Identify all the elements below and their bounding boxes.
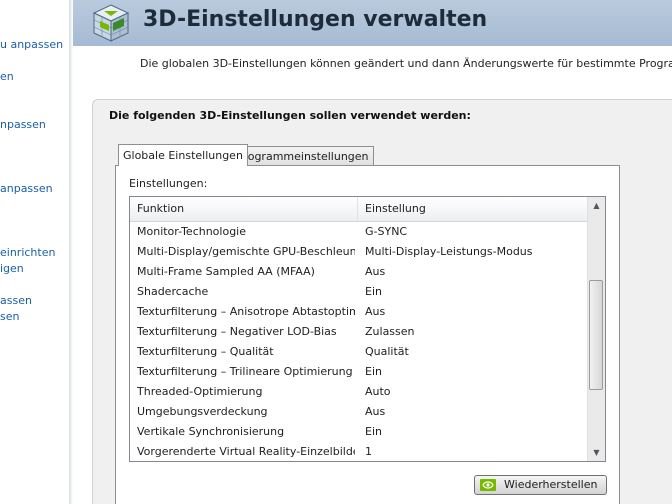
scroll-down-arrow-icon[interactable]: ▼ [588,444,605,461]
scroll-up-arrow-icon[interactable]: ▲ [588,197,605,214]
table-row[interactable]: Vorgerenderte Virtual Reality-Einzelbild… [130,442,588,461]
sidebar-link-7[interactable]: assen [0,294,32,307]
nvidia-logo-icon [480,479,496,491]
feature-cell: Vorgerenderte Virtual Reality-Einzelbild… [137,445,355,458]
setting-cell[interactable]: Qualität [365,342,585,362]
tab-global-settings[interactable]: Globale Einstellungen [118,144,248,166]
sidebar-divider [69,0,73,504]
setting-cell[interactable]: Aus [365,262,585,282]
vertical-scrollbar[interactable]: ▲ ▼ [587,197,605,461]
table-row[interactable]: Texturfilterung – Anisotrope Abtastoptim… [130,302,588,322]
setting-cell[interactable]: Ein [365,282,585,302]
table-row[interactable]: Texturfilterung – Trilineare Optimierung… [130,362,588,382]
feature-cell: Texturfilterung – Qualität [137,345,274,358]
setting-cell[interactable]: Auto [365,382,585,402]
page-header: 3D-Einstellungen verwalten [73,0,672,46]
table-row[interactable]: Vertikale Synchronisierung Ein [130,422,588,442]
sidebar-link-8[interactable]: sen [0,310,19,323]
restore-button-label: Wiederherstellen [504,478,598,491]
settings-list[interactable]: Funktion Einstellung Monitor-Technologie… [129,196,606,462]
table-row[interactable]: Multi-Display/gemischte GPU-Beschleunigu… [130,242,588,262]
sidebar-link-2[interactable]: en [0,70,14,83]
setting-cell[interactable]: 1 [365,442,585,461]
settings-label: Einstellungen: [129,177,208,190]
feature-cell: Texturfilterung – Negativer LOD-Bias [137,325,337,338]
table-row[interactable]: Shadercache Ein [130,282,588,302]
list-header: Funktion Einstellung [130,197,588,222]
setting-cell[interactable]: Ein [365,362,585,382]
table-row[interactable]: Multi-Frame Sampled AA (MFAA) Aus [130,262,588,282]
setting-cell[interactable]: G-SYNC [365,222,585,242]
feature-cell: Texturfilterung – Anisotrope Abtastoptim… [137,305,355,318]
table-row[interactable]: Monitor-Technologie G-SYNC [130,222,588,242]
nvidia-3d-cube-icon [92,4,130,42]
panel-heading: Die folgenden 3D-Einstellungen sollen ve… [109,109,471,122]
table-row[interactable]: Texturfilterung – Qualität Qualität [130,342,588,362]
sidebar-link-6[interactable]: igen [0,262,24,275]
setting-cell[interactable]: Aus [365,402,585,422]
table-row[interactable]: Umgebungsverdeckung Aus [130,402,588,422]
feature-cell: Multi-Frame Sampled AA (MFAA) [137,265,315,278]
restore-button[interactable]: Wiederherstellen [474,475,607,495]
column-header-setting[interactable]: Einstellung [358,197,588,221]
page-description: Die globalen 3D-Einstellungen können geä… [140,57,672,70]
feature-cell: Shadercache [137,285,209,298]
setting-cell[interactable]: Aus [365,302,585,322]
page-title: 3D-Einstellungen verwalten [143,7,488,32]
feature-cell: Threaded-Optimierung [137,385,263,398]
sidebar-link-4[interactable]: anpassen [0,182,53,195]
column-header-feature[interactable]: Funktion [130,197,358,221]
feature-cell: Texturfilterung – Trilineare Optimierung [137,365,353,378]
feature-cell: Umgebungsverdeckung [137,405,268,418]
setting-cell[interactable]: Multi-Display-Leistungs-Modus [365,242,585,262]
feature-cell: Vertikale Synchronisierung [137,425,285,438]
feature-cell: Monitor-Technologie [137,225,247,238]
feature-cell: Multi-Display/gemischte GPU-Beschleunigu… [137,245,355,258]
sidebar-link-5[interactable]: einrichten [0,246,55,259]
setting-cell[interactable]: Zulassen [365,322,585,342]
scroll-thumb[interactable] [589,280,603,390]
table-row[interactable]: Threaded-Optimierung Auto [130,382,588,402]
nvidia-control-panel: u anpassen en npassen anpassen einrichte… [0,0,672,504]
navigation-sidebar: u anpassen en npassen anpassen einrichte… [0,0,70,504]
setting-cell[interactable]: Ein [365,422,585,442]
sidebar-link-3[interactable]: npassen [0,118,46,131]
tab-program-settings[interactable]: Programmeinstellungen [232,146,374,165]
table-row[interactable]: Texturfilterung – Negativer LOD-Bias Zula… [130,322,588,342]
sidebar-link-1[interactable]: u anpassen [0,38,63,51]
